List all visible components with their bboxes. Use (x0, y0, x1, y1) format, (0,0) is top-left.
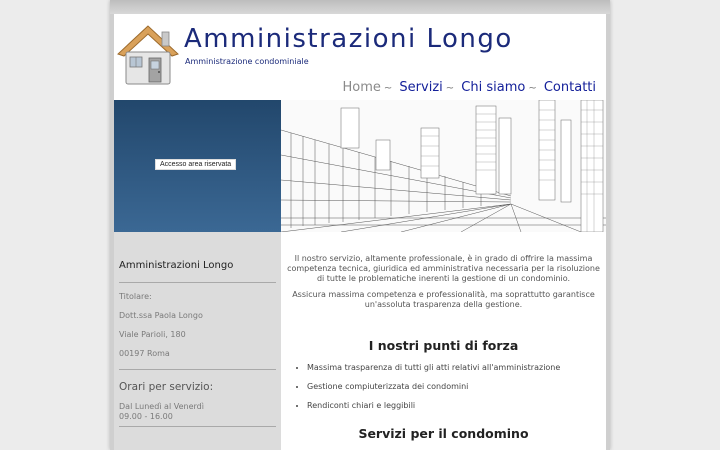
intro-paragraph: Il nostro servizio, altamente profession… (287, 254, 600, 283)
hero-architecture-image (281, 100, 606, 232)
strengths-heading: I nostri punti di forza (368, 338, 519, 353)
sidebar: Amministrazioni Longo Titolare: Dott.ssa… (114, 232, 281, 450)
nav-home[interactable]: Home (343, 80, 381, 95)
site-title[interactable]: Amministrazioni Longo (184, 24, 513, 54)
hours-days: Dal Lunedì al Venerdì (119, 402, 204, 411)
divider (119, 282, 276, 283)
address-city: 00197 Roma (119, 349, 170, 358)
divider (119, 369, 276, 370)
content-area: Amministrazioni Longo Amministrazione co… (114, 14, 606, 450)
strengths-list: Massima trasparenza di tutti gli atti re… (287, 363, 600, 410)
services-heading: Servizi per il condomino (358, 426, 529, 441)
site-subtitle: Amministrazione condominiale (185, 57, 309, 66)
hours-time: 09.00 - 16.00 (119, 412, 173, 421)
list-item: Rendiconti chiari e leggibili (307, 401, 600, 410)
house-icon[interactable] (116, 24, 180, 88)
main-content: Il nostro servizio, altamente profession… (281, 232, 606, 450)
main-nav: Home ~ Servizi ~ Chi siamo ~ Contatti (343, 80, 597, 95)
login-panel: Accesso area riservata (114, 100, 281, 232)
hours-title: Orari per servizio: (119, 381, 214, 393)
nav-chi-siamo[interactable]: Chi siamo (461, 80, 525, 95)
sidebar-title: Amministrazioni Longo (119, 260, 234, 271)
reserved-area-login-button[interactable]: Accesso area riservata (155, 159, 237, 170)
list-item: Massima trasparenza di tutti gli atti re… (307, 363, 600, 372)
top-bar (110, 0, 610, 14)
owner-label: Titolare: (119, 292, 152, 301)
divider (119, 426, 276, 427)
intro-paragraph-2: Assicura massima competenza e profession… (292, 290, 595, 309)
nav-contatti[interactable]: Contatti (544, 80, 596, 95)
nav-separator: ~ (528, 83, 537, 94)
nav-separator: ~ (383, 83, 393, 94)
hours-info: Dal Lunedì al Venerdì 09.00 - 16.00 (119, 402, 276, 422)
owner-name: Dott.ssa Paola Longo (119, 311, 203, 320)
nav-servizi[interactable]: Servizi (399, 80, 442, 95)
address-street: Viale Parioli, 180 (119, 330, 186, 339)
list-item: Gestione compiuterizzata dei condomini (307, 382, 600, 391)
page-container: Amministrazioni Longo Amministrazione co… (110, 0, 610, 450)
nav-separator: ~ (445, 83, 455, 94)
